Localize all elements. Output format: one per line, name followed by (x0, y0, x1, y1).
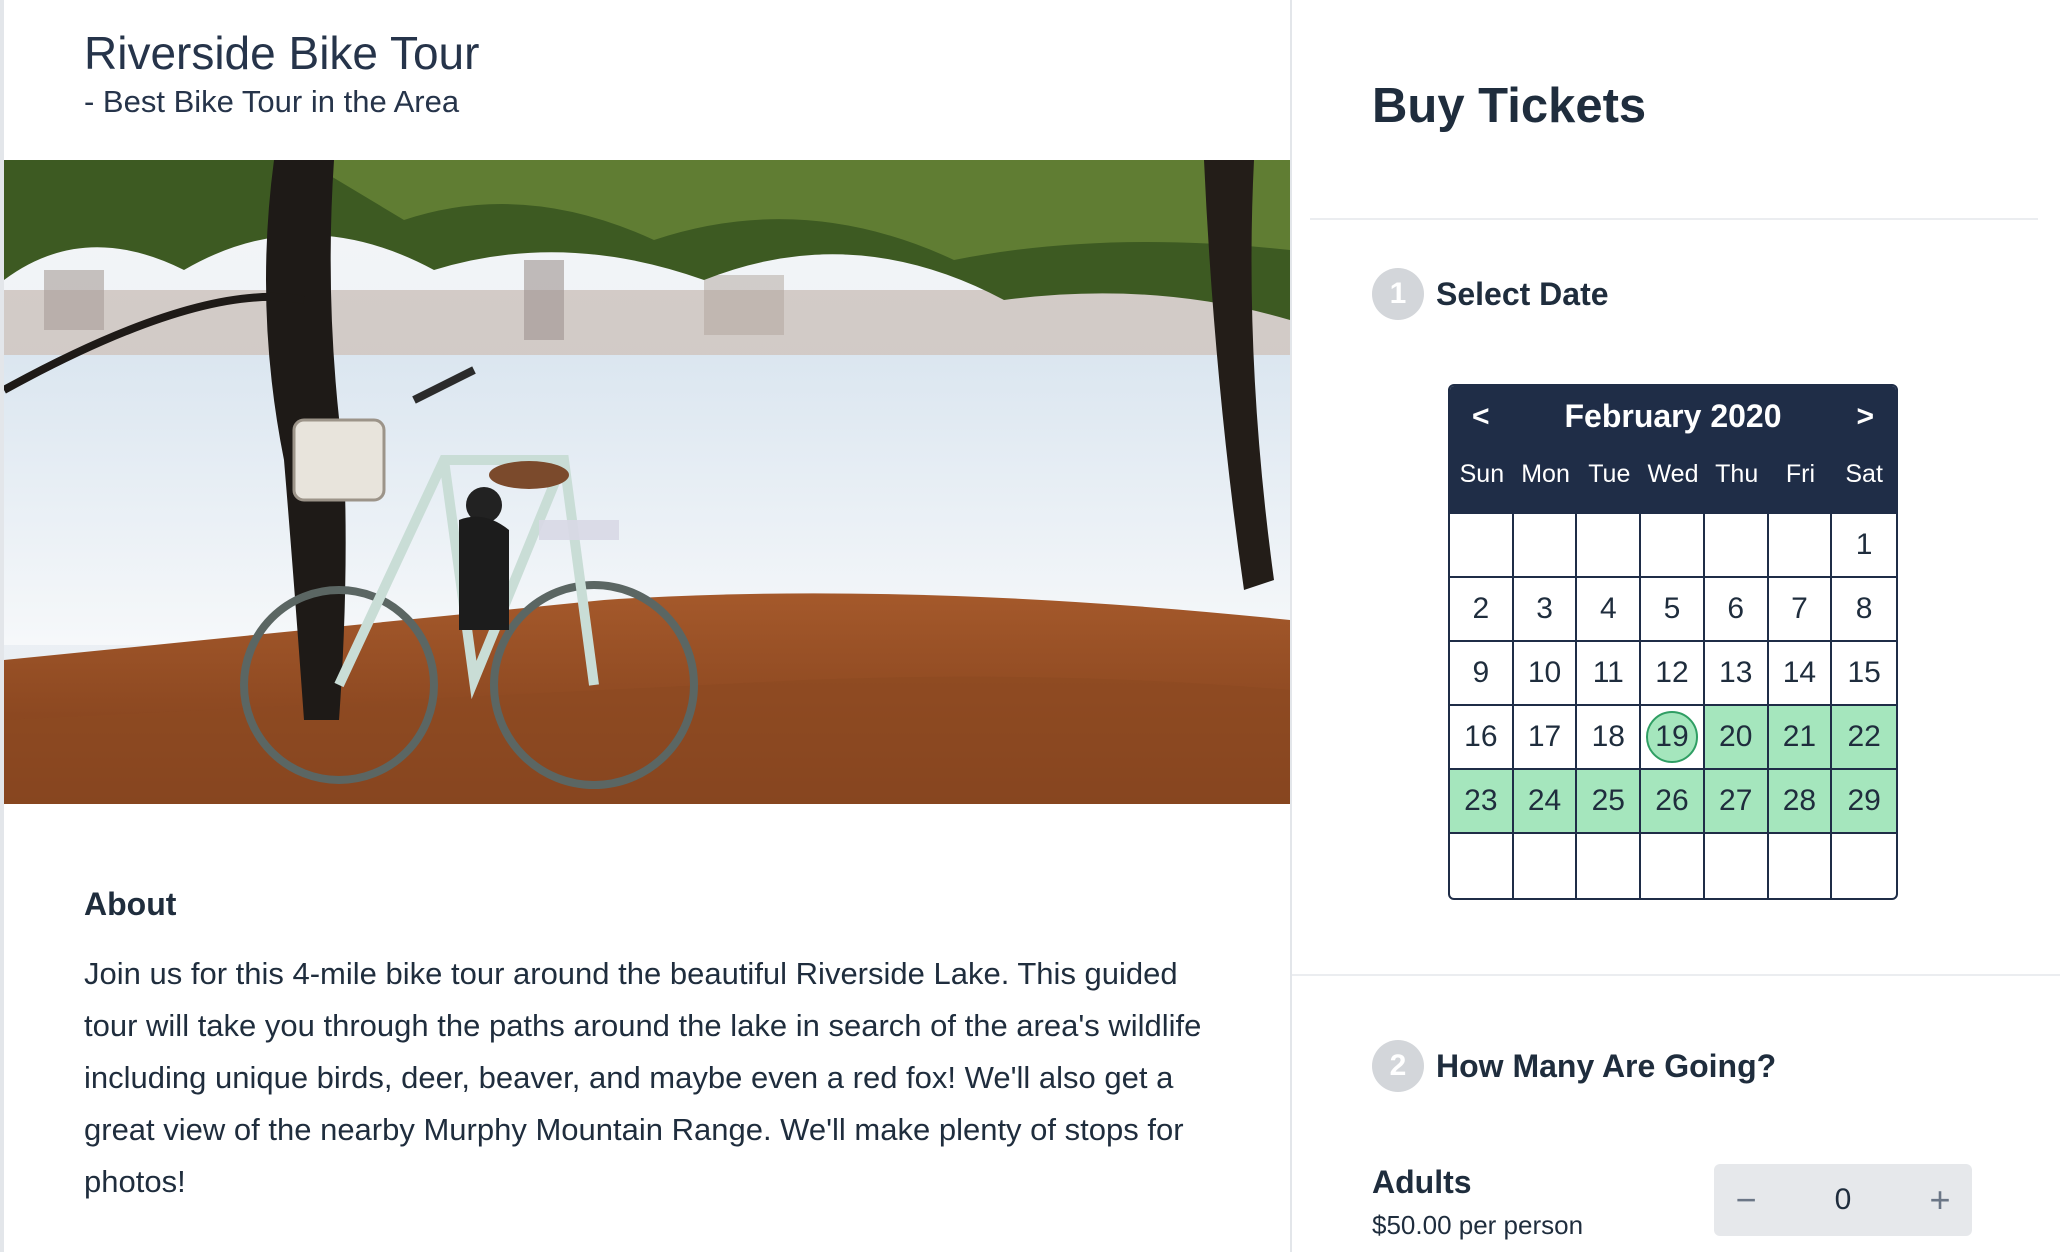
section-divider (1292, 974, 2060, 976)
calendar-day-grid: 1 2 3 4 5 6 7 8 9 10 11 12 13 14 15 16 17 18 19 20 21 22 23 24 2… (1450, 514, 1896, 898)
calendar-empty-cell (1832, 834, 1896, 898)
calendar-month-label: February 2020 (1564, 398, 1782, 434)
calendar-day[interactable]: 29 (1832, 770, 1896, 834)
calendar-day[interactable]: 20 (1704, 706, 1769, 770)
calendar-day: 15 (1832, 642, 1896, 706)
tour-details-panel: Riverside Bike Tour - Best Bike Tour in … (4, 0, 1290, 1252)
weekday-label: Wed (1647, 460, 1699, 488)
step-how-many-going: 2 How Many Are Going? (1372, 1040, 1776, 1092)
increase-adults-button[interactable]: + (1908, 1179, 1972, 1221)
calendar-day: 17 (1513, 706, 1578, 770)
calendar-header: < February 2020 > Sun Mon Tue Wed Thu Fr… (1450, 386, 1896, 514)
calendar-day[interactable]: 27 (1704, 770, 1769, 834)
calendar-day[interactable]: 22 (1832, 706, 1896, 770)
step-select-date: 1 Select Date (1372, 268, 1609, 320)
calendar-empty-cell (1450, 834, 1514, 898)
calendar-day: 8 (1832, 578, 1896, 642)
calendar-day: 9 (1450, 642, 1514, 706)
weekday-label: Mon (1521, 460, 1570, 488)
step-title: How Many Are Going? (1436, 1047, 1777, 1084)
calendar-day: 18 (1577, 706, 1642, 770)
step-number-badge: 1 (1372, 268, 1424, 320)
weekday-label: Sat (1845, 460, 1883, 488)
calendar-day: 5 (1641, 578, 1705, 642)
weekday-label: Fri (1785, 460, 1815, 488)
calendar-empty-cell (1577, 834, 1642, 898)
calendar-day: 3 (1513, 578, 1578, 642)
calendar-day: 13 (1704, 642, 1769, 706)
calendar-day[interactable]: 21 (1768, 706, 1833, 770)
selected-day-indicator: 19 (1645, 711, 1698, 763)
calendar-day: 10 (1513, 642, 1578, 706)
calendar-weekday-row: Sun Mon Tue Wed Thu Fri Sat (1450, 460, 1896, 489)
calendar-empty-cell (1769, 834, 1833, 898)
calendar-day: 2 (1450, 578, 1514, 642)
calendar-day: 14 (1768, 642, 1833, 706)
calendar-empty-cell (1513, 514, 1578, 578)
calendar-empty-cell (1704, 514, 1769, 578)
calendar-day-selected[interactable]: 19 (1641, 706, 1705, 770)
tour-title: Riverside Bike Tour (84, 27, 480, 79)
calendar-day[interactable]: 26 (1641, 770, 1705, 834)
date-picker-calendar: < February 2020 > Sun Mon Tue Wed Thu Fr… (1448, 384, 1898, 900)
weekday-label: Sun (1459, 460, 1505, 488)
calendar-day[interactable]: 24 (1513, 770, 1578, 834)
calendar-day: 11 (1577, 642, 1642, 706)
section-divider (1310, 218, 2038, 220)
weekday-label: Tue (1588, 460, 1631, 488)
calendar-empty-cell (1577, 514, 1642, 578)
calendar-day: 6 (1704, 578, 1769, 642)
tour-subtitle: - Best Bike Tour in the Area (84, 84, 460, 119)
weekday-label: Thu (1715, 460, 1759, 488)
calendar-empty-cell (1768, 514, 1833, 578)
calendar-day: 4 (1577, 578, 1642, 642)
buy-tickets-heading: Buy Tickets (1372, 79, 1647, 133)
about-heading: About (84, 886, 177, 922)
step-number-badge: 2 (1372, 1040, 1424, 1092)
adults-price: $50.00 per person (1372, 1210, 1584, 1240)
calendar-day: 12 (1641, 642, 1705, 706)
calendar-empty-cell (1514, 834, 1578, 898)
calendar-day: 7 (1768, 578, 1833, 642)
calendar-day: 1 (1832, 514, 1896, 578)
calendar-empty-cell (1705, 834, 1769, 898)
next-month-button[interactable]: > (1856, 400, 1874, 434)
hero-photo (4, 160, 1290, 804)
calendar-day[interactable]: 28 (1768, 770, 1833, 834)
calendar-empty-cell (1450, 514, 1514, 578)
calendar-empty-cell (1641, 514, 1705, 578)
adults-label: Adults (1372, 1164, 1472, 1200)
calendar-day[interactable]: 23 (1450, 770, 1514, 834)
adults-quantity-value: 0 (1834, 1183, 1852, 1216)
calendar-empty-cell (1641, 834, 1705, 898)
buy-tickets-panel: Buy Tickets 1 Select Date < February 202… (1292, 0, 2060, 1252)
step-title: Select Date (1436, 275, 1609, 312)
decrease-adults-button[interactable]: − (1714, 1179, 1778, 1221)
about-description: Join us for this 4-mile bike tour around… (84, 956, 1202, 1199)
adults-quantity-stepper: − 0 + (1714, 1164, 1972, 1236)
calendar-day: 16 (1450, 706, 1514, 770)
calendar-day[interactable]: 25 (1577, 770, 1642, 834)
